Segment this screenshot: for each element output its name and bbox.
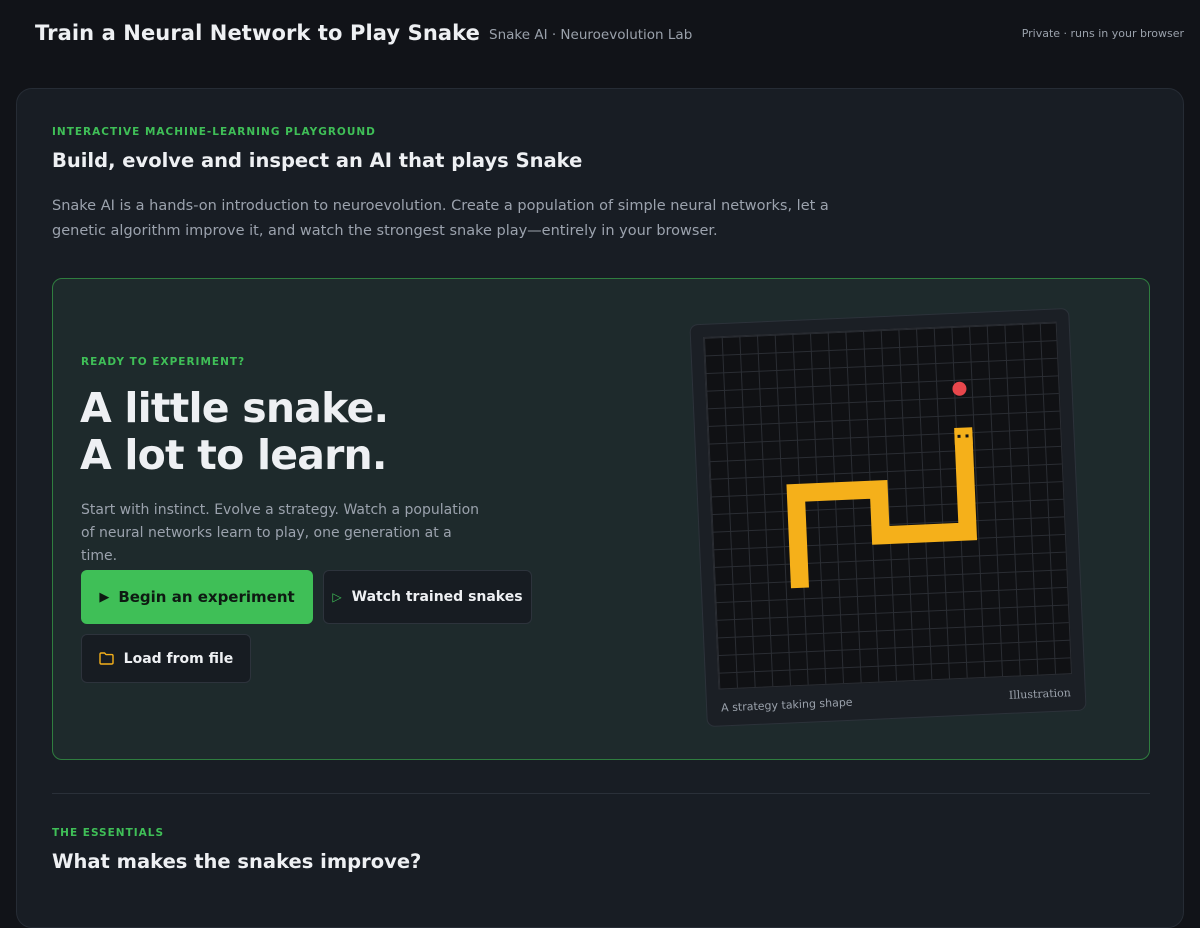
illustration-caption: A strategy taking shape bbox=[720, 695, 853, 715]
hero-headline-line-2: A lot to learn. bbox=[80, 431, 387, 479]
hero-description: Start with instinct. Evolve a strategy. … bbox=[81, 502, 480, 564]
illustration-tag: Illustration bbox=[1008, 686, 1072, 702]
intro-eyebrow: INTERACTIVE MACHINE-LEARNING PLAYGROUND bbox=[52, 126, 376, 138]
snake-eye-left bbox=[957, 434, 961, 438]
hero-headline-line-1: A little snake. bbox=[80, 384, 389, 432]
illustration-frame: A strategy taking shape Illustration bbox=[689, 307, 1087, 728]
intro-heading: Build, evolve and inspect an AI that pla… bbox=[52, 149, 583, 172]
watch-trained-snakes-button[interactable]: ▷ Watch trained snakes bbox=[323, 570, 532, 624]
play-icon: ▶ bbox=[99, 589, 110, 605]
essentials-eyebrow: THE ESSENTIALS bbox=[52, 827, 165, 839]
watch-trained-snakes-label: Watch trained snakes bbox=[351, 589, 523, 605]
intro-description: Snake AI is a hands-on introduction to n… bbox=[52, 198, 829, 239]
snake-head bbox=[954, 430, 973, 446]
load-from-file-button[interactable]: Load from file bbox=[81, 634, 251, 683]
snake-illustration: A strategy taking shape Illustration bbox=[689, 307, 1087, 728]
game-board bbox=[702, 321, 1073, 690]
begin-experiment-button[interactable]: ▶ Begin an experiment bbox=[81, 570, 313, 624]
hero-eyebrow: READY TO EXPERIMENT? bbox=[81, 356, 246, 368]
snake-board-drawing bbox=[786, 381, 978, 589]
food-apple bbox=[952, 381, 967, 396]
snake-body bbox=[786, 427, 978, 589]
hero-headline: A little snake. A lot to learn. bbox=[80, 384, 389, 479]
top-bar: Train a Neural Network to Play Snake Sna… bbox=[0, 0, 1200, 66]
app-subtitle: Snake AI · Neuroevolution Lab bbox=[489, 27, 693, 43]
page-title: Train a Neural Network to Play Snake bbox=[35, 21, 480, 45]
snake-eye-right bbox=[965, 434, 969, 438]
hero-panel: READY TO EXPERIMENT? A little snake. A l… bbox=[52, 278, 1150, 760]
load-from-file-label: Load from file bbox=[123, 650, 234, 667]
main-card: INTERACTIVE MACHINE-LEARNING PLAYGROUND … bbox=[16, 88, 1184, 928]
begin-experiment-label: Begin an experiment bbox=[118, 588, 295, 606]
play-outline-icon: ▷ bbox=[332, 590, 342, 604]
privacy-note: Private · runs in your browser bbox=[1021, 26, 1184, 40]
essentials-heading: What makes the snakes improve? bbox=[52, 850, 422, 873]
section-divider bbox=[52, 793, 1150, 794]
folder-icon bbox=[98, 652, 114, 665]
